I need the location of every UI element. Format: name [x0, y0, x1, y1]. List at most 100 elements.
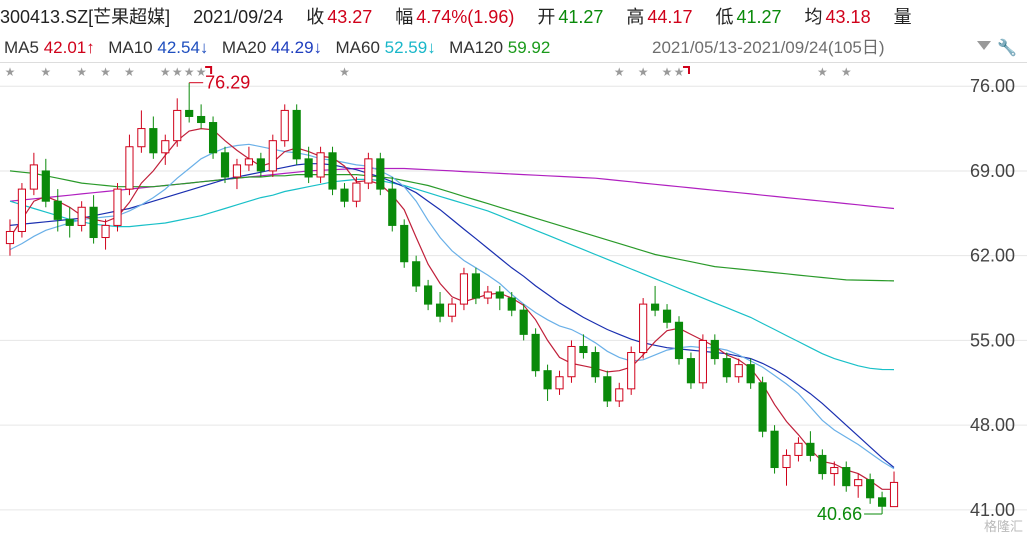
candle-body: [89, 206, 98, 239]
low-annotation: 40.66: [817, 504, 862, 524]
ma120-value: 59.92: [507, 38, 551, 57]
candle-body: [651, 303, 660, 311]
high-value: 44.17: [647, 7, 693, 27]
candle-body: [543, 370, 552, 390]
volume-label: 量: [893, 7, 912, 27]
y-tick-label: 76.00: [970, 76, 1015, 96]
candle-body: [782, 454, 791, 469]
event-star-icon: ★: [76, 65, 87, 79]
stock-code: 300413.SZ[芒果超媒]: [0, 7, 171, 27]
avg-label: 均: [804, 7, 823, 27]
ma120-label: MA120: [449, 38, 504, 57]
ma5-label: MA5: [4, 38, 39, 57]
candle-body: [137, 128, 146, 148]
candle-body: [352, 182, 361, 202]
ma60-label: MA60: [335, 38, 380, 57]
y-tick-label: 55.00: [970, 330, 1015, 350]
quote-header: 300413.SZ[芒果超媒] 2021/09/24 收 43.27 幅 4.74%…: [0, 0, 1027, 34]
wrench-icon[interactable]: 🔧: [997, 38, 1017, 57]
candle-body: [125, 146, 134, 190]
candle-body: [376, 158, 385, 190]
candle-body: [5, 230, 15, 245]
candle-body: [519, 309, 528, 335]
candle-body: [734, 364, 743, 378]
candle-body: [746, 364, 755, 384]
candle-body: [770, 430, 779, 469]
ma20-label: MA20: [221, 38, 267, 57]
event-star-icon: ★: [339, 65, 350, 79]
candle-body: [101, 224, 110, 239]
candle-body: [889, 481, 899, 508]
y-tick-label: 62.00: [970, 246, 1015, 266]
candle-body: [818, 454, 827, 475]
candle-body: [77, 206, 86, 226]
event-star-icon: ★: [160, 65, 171, 79]
chevron-down-icon[interactable]: [977, 41, 991, 50]
candle-body: [161, 140, 170, 154]
candle-body: [615, 388, 624, 402]
close-label: 收: [306, 7, 325, 27]
candle-body: [340, 188, 349, 202]
ma60-line: [9, 178, 895, 371]
candle-body: [208, 122, 218, 154]
candles: [5, 82, 899, 515]
candle-body: [29, 164, 38, 190]
candle-body: [483, 291, 492, 299]
candle-body: [710, 339, 719, 360]
ma60-value: 52.59↓: [384, 38, 436, 57]
candle-body: [662, 309, 672, 323]
candle-body: [17, 188, 27, 232]
candle-body: [328, 152, 337, 190]
y-tick-label: 69.00: [970, 161, 1015, 181]
event-star-icon: ★: [841, 65, 852, 79]
candle-body: [149, 128, 158, 154]
avg-value: 43.18: [825, 7, 871, 27]
candle-body: [698, 339, 707, 384]
event-star-icon: ★: [817, 65, 828, 79]
candle-body: [830, 467, 839, 475]
open-value: 41.27: [558, 7, 604, 27]
candle-body: [268, 140, 277, 172]
candle-body: [232, 164, 242, 178]
low-value: 41.27: [736, 7, 782, 27]
candle-body: [591, 352, 600, 378]
candle-body: [388, 188, 397, 226]
candle-body: [639, 303, 648, 354]
candle-body: [244, 158, 253, 166]
event-star-icon: ★: [638, 65, 649, 79]
candle-body: [53, 200, 62, 220]
candle-body: [400, 224, 409, 263]
candle-body: [877, 497, 887, 507]
candle-body: [806, 442, 815, 456]
candle-body: [627, 352, 636, 390]
candle-body: [686, 358, 696, 384]
candle-body: [304, 158, 313, 178]
candle-body: [256, 158, 265, 172]
candle-body: [531, 333, 540, 372]
ma20-value: 44.29↓: [271, 38, 323, 57]
low-label: 低: [715, 7, 734, 27]
ma5-value: 42.01↑: [43, 38, 95, 57]
candle-body: [173, 109, 182, 142]
event-star-icon: ★: [614, 65, 625, 79]
candle-body: [197, 115, 206, 124]
watermark-logo: 格隆汇: [983, 520, 1023, 535]
candle-body: [842, 467, 851, 487]
event-stars: ★ ★ ★ ★ ★ ★ ★ ★ ★ ★ ★ ★ ★ ★ ★ ★: [5, 65, 852, 79]
candle-body: [292, 109, 301, 160]
candle-body: [220, 152, 230, 178]
candle-body: [495, 291, 504, 299]
candle-body: [674, 321, 684, 360]
candle-body: [424, 285, 433, 305]
candle-body: [579, 345, 588, 354]
candle-body: [316, 152, 325, 178]
candle-body: [447, 303, 457, 317]
candlestick-chart[interactable]: ★ ★ ★ ★ ★ ★ ★ ★ ★ ★ ★ ★ ★ ★ ★ ★ 76.00 69.00 62.00 55.00 48.…: [0, 62, 1027, 537]
candle-body: [65, 218, 74, 226]
candle-body: [113, 188, 122, 226]
change-value: 4.74%(1.96): [416, 7, 515, 27]
candle-body: [435, 303, 445, 317]
event-star-icon: ★: [5, 65, 16, 79]
event-star-icon: ★: [124, 65, 135, 79]
candle-body: [603, 376, 612, 402]
